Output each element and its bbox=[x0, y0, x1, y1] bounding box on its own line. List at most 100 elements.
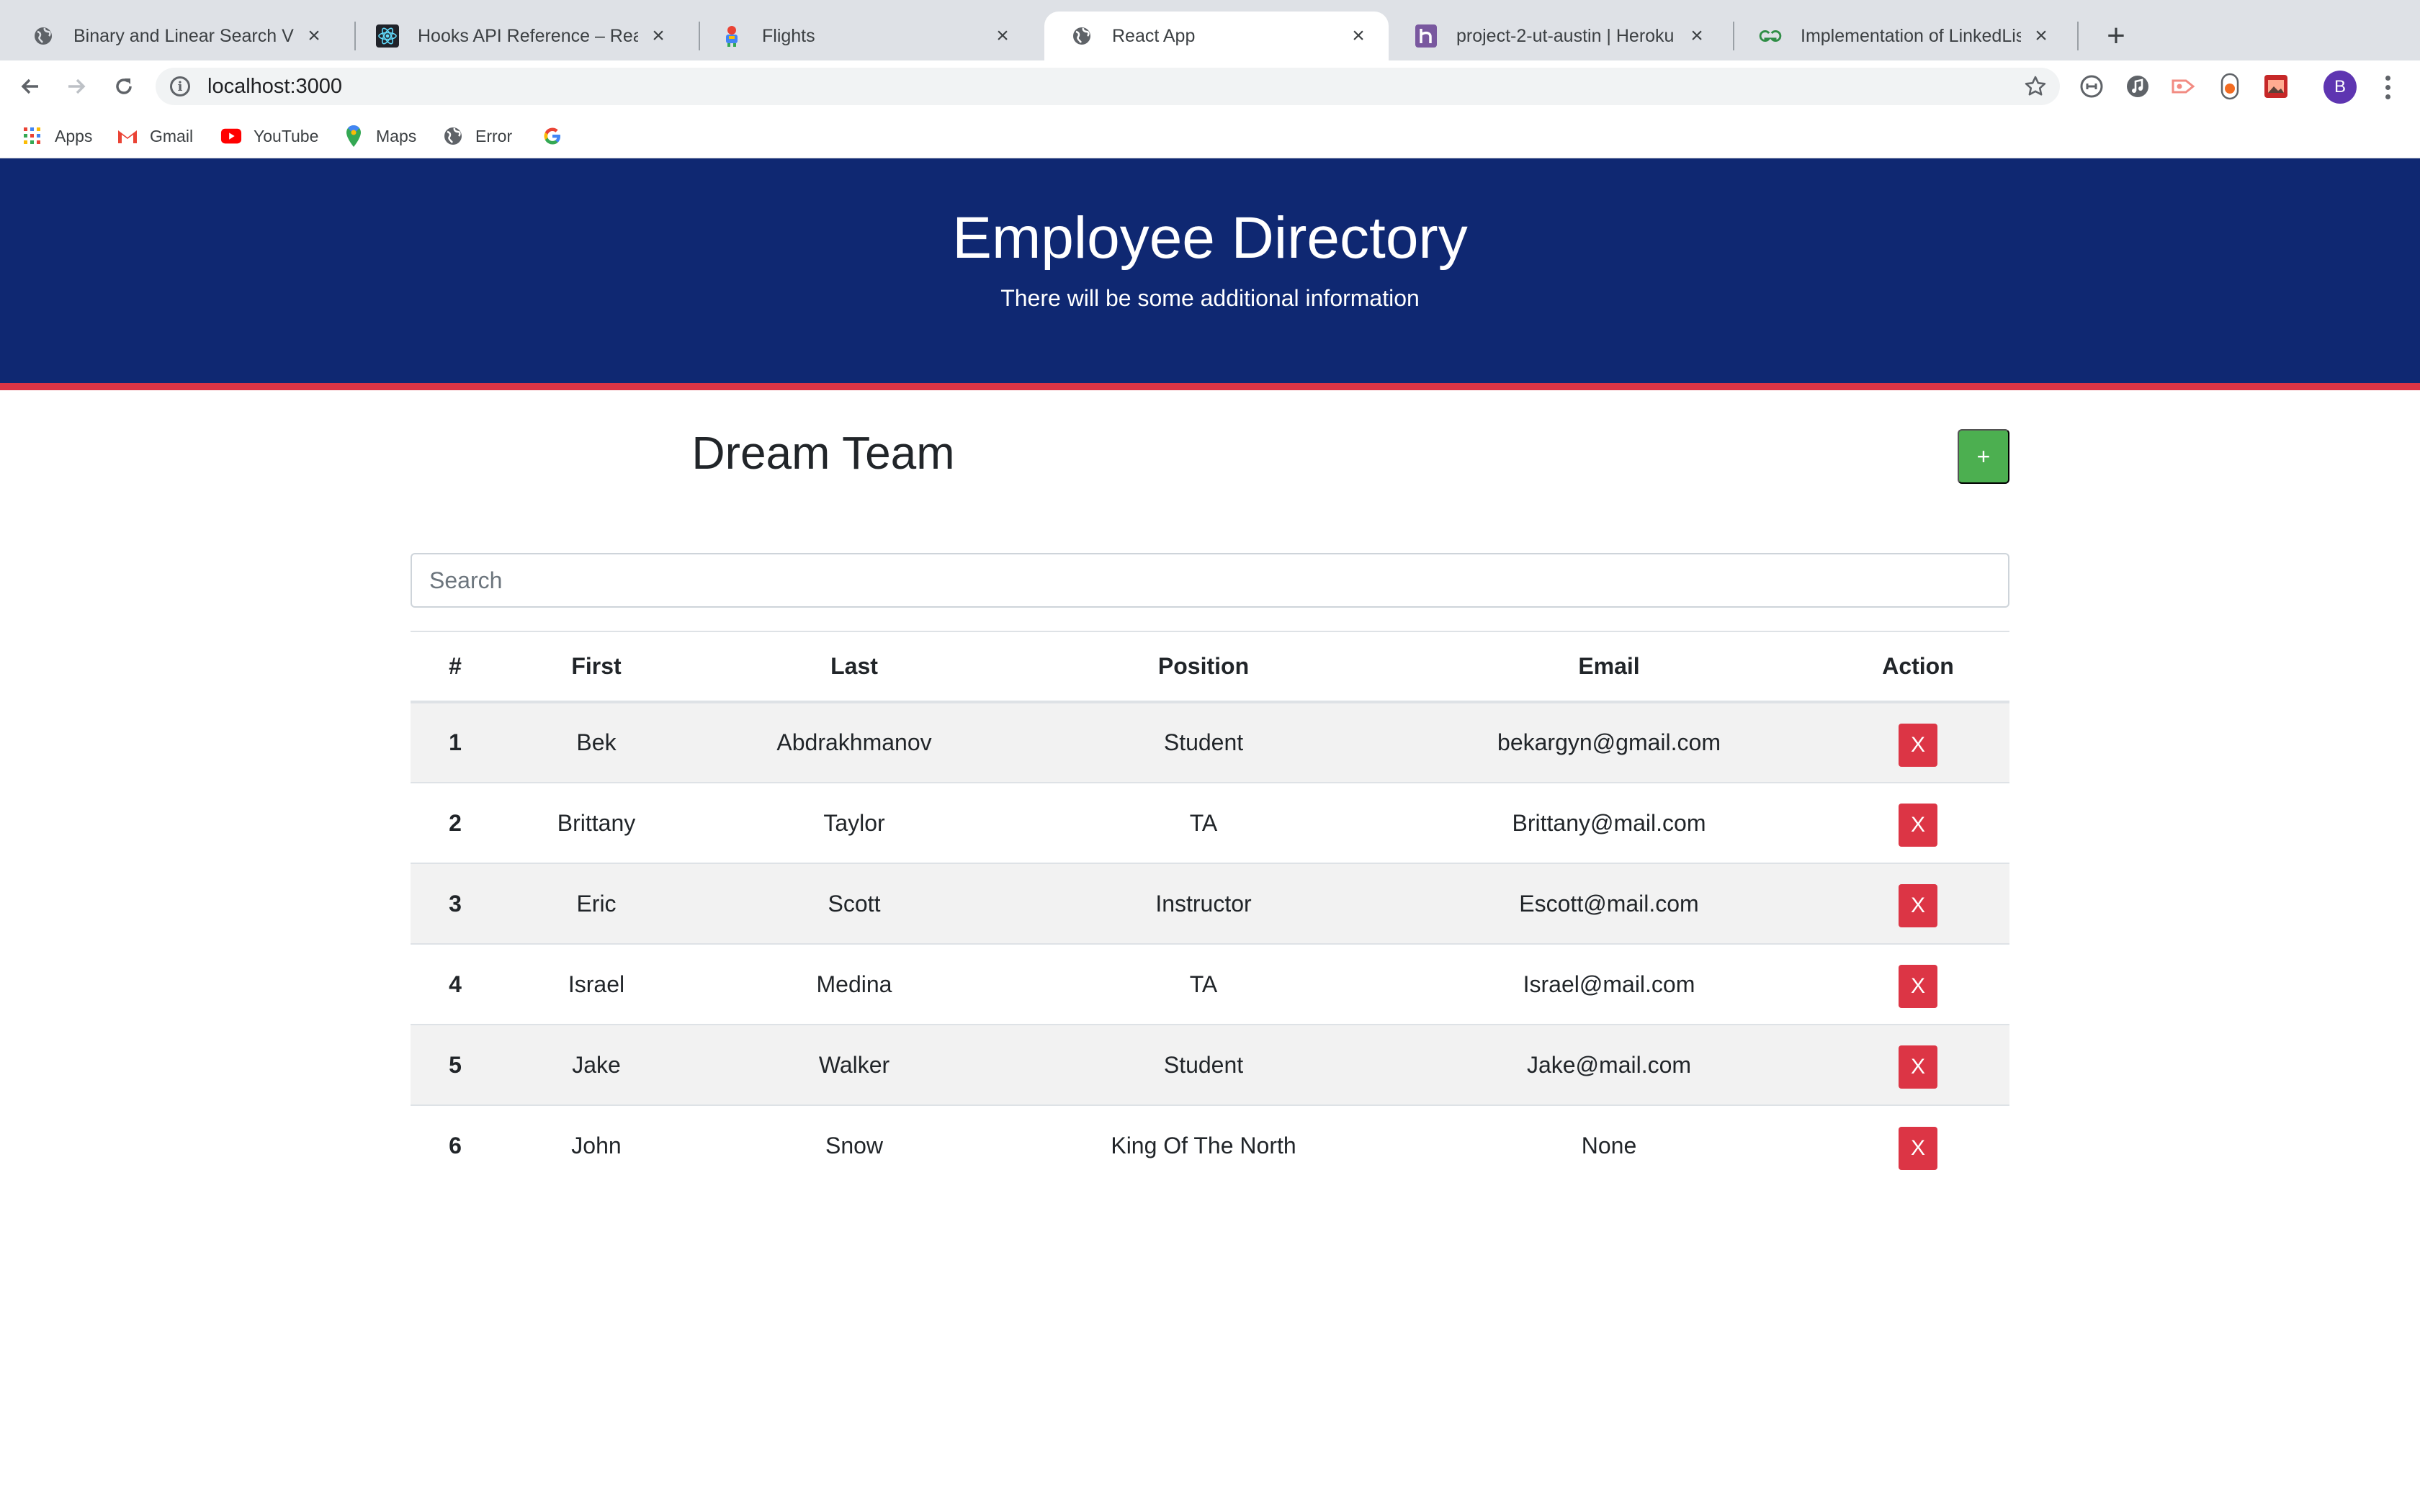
delete-employee-button[interactable]: X bbox=[1899, 884, 1937, 927]
search-input[interactable] bbox=[411, 553, 2009, 608]
browser-tab-bar: Binary and Linear Search Visualiz × Hook… bbox=[0, 0, 2420, 60]
employee-table: # First Last Position Email Action 1 Bek… bbox=[411, 631, 2009, 1186]
action-cell: X bbox=[1827, 782, 2009, 863]
bookmark-google[interactable] bbox=[542, 124, 575, 148]
page-title: Employee Directory bbox=[952, 205, 1468, 271]
column-header-email[interactable]: Email bbox=[1392, 631, 1827, 703]
delete-employee-button[interactable]: X bbox=[1899, 804, 1937, 847]
browser-tab[interactable]: project-2-ut-austin | Heroku × bbox=[1389, 12, 1727, 60]
last-name-cell: Walker bbox=[693, 1024, 1016, 1105]
bookmark-error[interactable]: Error bbox=[442, 124, 512, 148]
first-name-cell: Bek bbox=[500, 701, 693, 783]
email-cell: Israel@mail.com bbox=[1392, 943, 1827, 1025]
column-header-number: # bbox=[411, 631, 500, 703]
row-number: 4 bbox=[411, 943, 500, 1025]
column-header-first[interactable]: First bbox=[500, 631, 693, 703]
action-cell: X bbox=[1827, 943, 2009, 1025]
tab-title: React App bbox=[1112, 25, 1196, 46]
close-icon[interactable]: × bbox=[1347, 24, 1370, 48]
close-icon[interactable]: × bbox=[991, 24, 1014, 48]
email-cell: Jake@mail.com bbox=[1392, 1024, 1827, 1105]
action-cell: X bbox=[1827, 863, 2009, 944]
position-cell: Student bbox=[1016, 701, 1392, 783]
bookmark-maps[interactable]: Maps bbox=[343, 124, 416, 148]
column-header-last[interactable]: Last bbox=[693, 631, 1016, 703]
column-header-position[interactable]: Position bbox=[1016, 631, 1392, 703]
bookmark-gmail[interactable]: Gmail bbox=[117, 124, 193, 148]
page-subtitle: There will be some additional informatio… bbox=[1000, 285, 1420, 312]
new-tab-button[interactable]: + bbox=[2097, 17, 2135, 55]
close-icon[interactable]: × bbox=[302, 24, 326, 48]
globe-icon bbox=[442, 125, 464, 147]
last-name-cell: Abdrakhmanov bbox=[693, 701, 1016, 783]
last-name-cell: Snow bbox=[693, 1104, 1016, 1186]
reload-icon[interactable] bbox=[107, 69, 141, 104]
browser-toolbar: i localhost:3000 B bbox=[0, 60, 2420, 112]
tab-title: Flights bbox=[762, 25, 815, 46]
close-icon[interactable]: × bbox=[647, 24, 670, 48]
forward-arrow-icon[interactable] bbox=[59, 69, 94, 104]
site-info-icon[interactable]: i bbox=[170, 76, 190, 96]
row-number: 2 bbox=[411, 782, 500, 863]
bookmark-label: Maps bbox=[376, 126, 417, 145]
delete-employee-button[interactable]: X bbox=[1899, 1126, 1937, 1170]
position-cell: TA bbox=[1016, 782, 1392, 863]
extension-icon[interactable] bbox=[2077, 72, 2106, 101]
bookmark-star-icon[interactable] bbox=[2022, 73, 2048, 99]
table-row: 2 Brittany Taylor TA Brittany@mail.com X bbox=[411, 782, 2009, 863]
browser-tab-active[interactable]: React App × bbox=[1044, 12, 1389, 60]
back-arrow-icon[interactable] bbox=[13, 69, 48, 104]
browser-menu-icon[interactable] bbox=[2377, 71, 2398, 104]
delete-employee-button[interactable]: X bbox=[1899, 965, 1937, 1008]
last-name-cell: Taylor bbox=[693, 782, 1016, 863]
email-cell: None bbox=[1392, 1104, 1827, 1186]
bookmark-label: Error bbox=[475, 126, 513, 145]
email-cell: Escott@mail.com bbox=[1392, 863, 1827, 944]
tab-title: Implementation of LinkedList in J bbox=[1801, 25, 2021, 46]
column-header-action: Action bbox=[1827, 631, 2009, 703]
table-row: 3 Eric Scott Instructor Escott@mail.com … bbox=[411, 863, 2009, 944]
bookmarks-bar: Apps Gmail YouTube Maps Error bbox=[0, 112, 2420, 158]
first-name-cell: Israel bbox=[500, 943, 693, 1025]
row-number: 6 bbox=[411, 1104, 500, 1186]
image-extension-icon[interactable] bbox=[2262, 72, 2290, 101]
browser-tab[interactable]: Hooks API Reference – React × bbox=[350, 12, 689, 60]
table-row: 5 Jake Walker Student Jake@mail.com X bbox=[411, 1024, 2009, 1105]
action-cell: X bbox=[1827, 1024, 2009, 1105]
google-icon bbox=[542, 125, 563, 147]
gmail-icon bbox=[117, 125, 138, 147]
close-icon[interactable]: × bbox=[1685, 24, 1708, 48]
tab-divider bbox=[2077, 22, 2079, 50]
globe-icon bbox=[32, 24, 55, 48]
row-number: 3 bbox=[411, 863, 500, 944]
team-title: Dream Team bbox=[691, 427, 955, 479]
first-name-cell: Brittany bbox=[500, 782, 693, 863]
music-extension-icon[interactable] bbox=[2123, 72, 2152, 101]
bookmark-apps[interactable]: Apps bbox=[22, 124, 92, 148]
url-text: localhost:3000 bbox=[207, 74, 343, 98]
table-row: 1 Bek Abdrakhmanov Student bekargyn@gmai… bbox=[411, 701, 2009, 783]
add-employee-button[interactable]: + bbox=[1958, 429, 2009, 484]
bookmark-youtube[interactable]: YouTube bbox=[220, 124, 318, 148]
youtube-icon bbox=[220, 125, 242, 147]
row-number: 5 bbox=[411, 1024, 500, 1105]
delete-employee-button[interactable]: X bbox=[1899, 723, 1937, 767]
bookmark-label: Gmail bbox=[150, 126, 194, 145]
first-name-cell: Eric bbox=[500, 863, 693, 944]
bookmark-label: YouTube bbox=[254, 126, 319, 145]
delete-employee-button[interactable]: X bbox=[1899, 1045, 1937, 1089]
address-bar[interactable]: i localhost:3000 bbox=[156, 68, 2060, 105]
tab-title: project-2-ut-austin | Heroku bbox=[1456, 25, 1675, 46]
close-icon[interactable]: × bbox=[2030, 24, 2053, 48]
profile-avatar[interactable]: B bbox=[2323, 71, 2357, 104]
action-cell: X bbox=[1827, 1104, 2009, 1186]
position-cell: King Of The North bbox=[1016, 1104, 1392, 1186]
browser-tab[interactable]: Binary and Linear Search Visualiz × bbox=[6, 12, 344, 60]
browser-tab[interactable]: Implementation of LinkedList in J × bbox=[1733, 12, 2071, 60]
honey-extension-icon[interactable] bbox=[2215, 72, 2244, 101]
bookmark-label: Apps bbox=[55, 126, 93, 145]
email-cell: Brittany@mail.com bbox=[1392, 782, 1827, 863]
video-extension-icon[interactable] bbox=[2169, 72, 2198, 101]
first-name-cell: Jake bbox=[500, 1024, 693, 1105]
browser-tab[interactable]: Flights × bbox=[694, 12, 1033, 60]
